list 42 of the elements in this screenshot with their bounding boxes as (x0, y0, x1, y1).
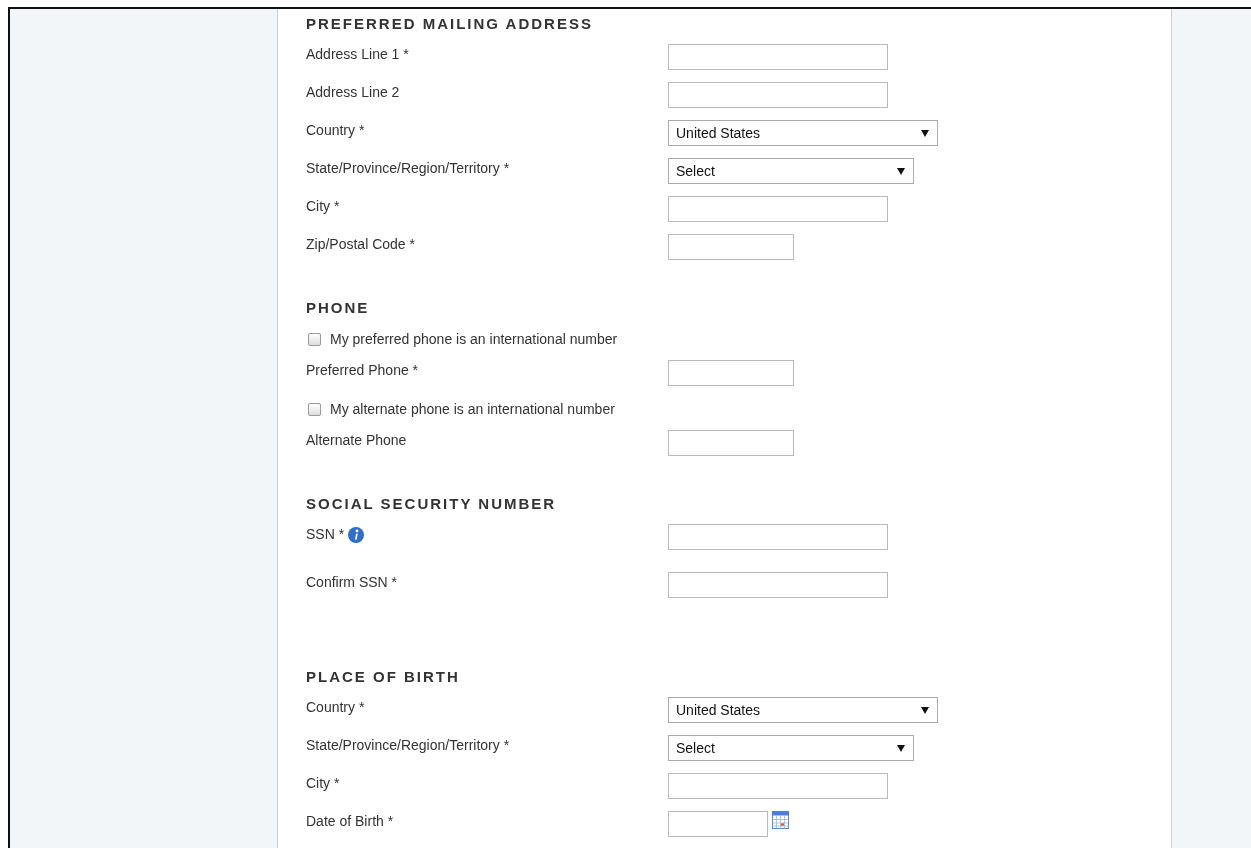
text-field[interactable] (668, 572, 888, 598)
calendar-icon[interactable] (772, 811, 789, 829)
checkbox[interactable] (308, 333, 321, 346)
field-label: Address Line 1 * (306, 46, 409, 63)
info-icon[interactable] (348, 526, 365, 543)
dropdown[interactable]: United States (668, 697, 938, 723)
caret-icon (897, 167, 905, 175)
field-label: Confirm SSN * (306, 574, 398, 591)
text-field[interactable] (668, 196, 888, 222)
caret-icon (921, 706, 929, 714)
field-label: City * (306, 198, 340, 215)
field-label: Address Line 2 (306, 84, 400, 101)
section-heading: PREFERRED MAILING ADDRESS (306, 15, 594, 33)
dropdown[interactable]: Select (668, 735, 914, 761)
checkbox-label: My preferred phone is an international number (330, 331, 618, 348)
section-heading: PLACE OF BIRTH (306, 668, 461, 686)
date-field[interactable] (668, 811, 768, 837)
text-field[interactable] (668, 524, 888, 550)
field-label: Alternate Phone (306, 432, 407, 449)
caret-icon (897, 744, 905, 752)
field-label: City * (306, 775, 340, 792)
text-field[interactable] (668, 44, 888, 70)
text-field[interactable] (668, 82, 888, 108)
section-heading: SOCIAL SECURITY NUMBER (306, 495, 558, 513)
field-label: Country * (306, 699, 365, 716)
text-field[interactable] (668, 773, 888, 799)
section-heading: PHONE (306, 299, 371, 317)
text-field[interactable] (668, 360, 794, 386)
field-label: Date of Birth * (306, 813, 394, 830)
dropdown[interactable]: United States (668, 120, 938, 146)
caret-icon (921, 129, 929, 137)
field-label: Country * (306, 122, 365, 139)
checkbox[interactable] (308, 403, 321, 416)
field-label: Preferred Phone * (306, 362, 419, 379)
field-label: Zip/Postal Code * (306, 236, 415, 253)
field-label: SSN * (306, 526, 345, 543)
dropdown[interactable]: Select (668, 158, 914, 184)
text-field[interactable] (668, 430, 794, 456)
text-field[interactable] (668, 234, 794, 260)
field-label: State/Province/Region/Territory * (306, 737, 510, 754)
checkbox-label: My alternate phone is an international number (330, 401, 615, 418)
field-label: State/Province/Region/Territory * (306, 160, 510, 177)
